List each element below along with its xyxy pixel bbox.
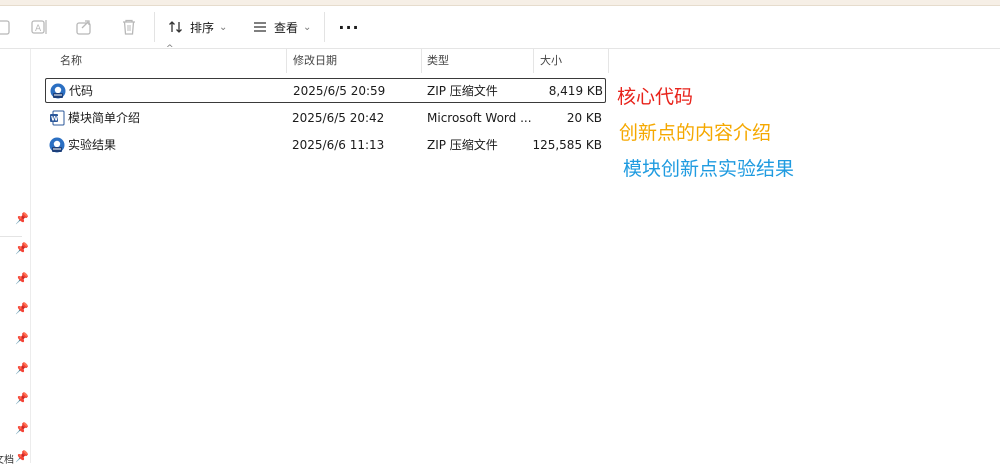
column-divider[interactable] [286, 49, 287, 73]
sort-label: 排序 [190, 20, 215, 35]
pin-icon[interactable]: 📌 [15, 451, 29, 463]
file-name: 实验结果 [68, 138, 117, 152]
file-name: 模块简单介绍 [68, 111, 141, 125]
rename-icon[interactable]: A [28, 16, 50, 38]
pin-icon[interactable]: 📌 [15, 363, 29, 375]
svg-text:W: W [51, 115, 58, 123]
file-size: 8,419 KB [548, 84, 603, 98]
nav-item-documents-label[interactable]: 文档 [0, 451, 14, 466]
zip-archive-icon [49, 137, 65, 153]
zip-archive-icon [50, 83, 66, 99]
file-row[interactable]: 实验结果 2025/6/6 11:13 ZIP 压缩文件 125,585 KB [45, 133, 606, 158]
toolbar-divider [154, 12, 155, 42]
pin-icon[interactable]: 📌 [15, 393, 29, 405]
file-row[interactable]: W 模块简单介绍 2025/6/5 20:42 Microsoft Word .… [45, 106, 606, 131]
more-options-button[interactable]: ··· [338, 15, 360, 39]
sort-icon [169, 21, 182, 33]
sort-ascending-icon: ^ [166, 44, 174, 54]
pin-icon[interactable]: 📌 [15, 303, 29, 315]
share-icon[interactable] [73, 16, 95, 38]
nav-divider [0, 236, 22, 237]
annotation-experiment-results: 模块创新点实验结果 [623, 158, 795, 180]
paste-icon[interactable] [0, 16, 14, 38]
file-name: 代码 [69, 84, 94, 98]
file-size: 20 KB [566, 111, 602, 125]
pin-icon[interactable]: 📌 [15, 243, 29, 255]
column-divider[interactable] [533, 49, 534, 73]
pin-icon[interactable]: 📌 [15, 213, 29, 225]
pin-icon[interactable]: 📌 [15, 273, 29, 285]
column-header-name[interactable]: 名称 [60, 49, 82, 73]
column-divider[interactable] [608, 49, 609, 73]
delete-icon[interactable] [118, 16, 140, 38]
view-label: 查看 [274, 20, 299, 35]
annotation-core-code: 核心代码 [617, 86, 694, 108]
file-modified: 2025/6/6 11:13 [292, 138, 385, 152]
annotation-innovation-intro: 创新点的内容介绍 [619, 122, 772, 144]
column-header-type[interactable]: 类型 [427, 49, 449, 73]
toolbar-divider [324, 12, 325, 42]
view-list-icon [254, 22, 266, 32]
svg-text:A: A [35, 24, 42, 34]
file-type: ZIP 压缩文件 [427, 138, 498, 152]
chevron-down-icon: ⌄ [219, 21, 228, 33]
file-row[interactable]: 代码 2025/6/5 20:59 ZIP 压缩文件 8,419 KB [45, 78, 606, 103]
view-button[interactable]: 查看 ⌄ [252, 15, 311, 39]
file-size: 125,585 KB [532, 138, 602, 152]
column-header-size[interactable]: 大小 [540, 49, 562, 73]
chevron-down-icon: ⌄ [303, 21, 312, 33]
sort-button[interactable]: 排序 ⌄ [168, 15, 227, 39]
command-bar: A 排序 ⌄ 查看 ⌄ ··· [0, 6, 1000, 49]
pin-icon[interactable]: 📌 [15, 423, 29, 435]
word-document-icon: W [50, 110, 65, 126]
pin-icon[interactable]: 📌 [15, 333, 29, 345]
file-modified: 2025/6/5 20:59 [293, 84, 386, 98]
column-header-modified[interactable]: 修改日期 [293, 49, 337, 73]
file-type: ZIP 压缩文件 [427, 84, 498, 98]
file-modified: 2025/6/5 20:42 [292, 111, 385, 125]
column-divider[interactable] [421, 49, 422, 73]
